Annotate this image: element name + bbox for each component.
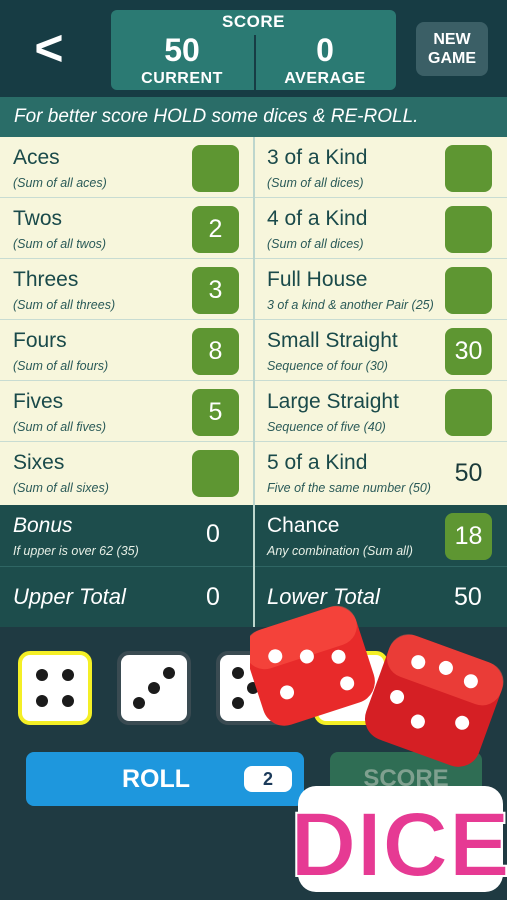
red-die-icon: [364, 634, 504, 767]
die-pip: [62, 695, 74, 707]
row-label: Full House: [267, 268, 368, 291]
large-straight-score-box[interactable]: [445, 389, 492, 436]
score-panel: SCORE 50 CURRENT 0 AVERAGE: [111, 10, 396, 90]
current-score-value: 50: [164, 32, 200, 68]
die-pip: [232, 697, 244, 709]
row-bonus: Bonus If upper is over 62 (35) 0: [0, 505, 253, 566]
row-label: Small Straight: [267, 329, 398, 352]
top-bar: < SCORE 50 CURRENT 0 AVERAGE NEW GAME: [0, 0, 507, 97]
row-hint: (Sum of all sixes): [13, 481, 109, 495]
die-pip: [62, 669, 74, 681]
four-of-a-kind-score-box[interactable]: [445, 206, 492, 253]
dice-logo: DICE: [250, 605, 507, 897]
die-1[interactable]: [18, 651, 92, 725]
die-pip: [36, 669, 48, 681]
average-score-value: 0: [316, 32, 334, 68]
upper-total-value: 0: [206, 583, 220, 611]
row-upper-total: Upper Total 0: [0, 566, 253, 627]
threes-score-box[interactable]: 3: [192, 267, 239, 314]
bonus-hint: If upper is over 62 (35): [13, 544, 139, 558]
new-game-label-2: GAME: [428, 50, 476, 67]
bonus-value: 0: [206, 520, 220, 548]
row-hint: Sequence of four (30): [267, 359, 388, 373]
dice-wordmark-text: DICE: [290, 794, 507, 896]
row-label: Large Straight: [267, 390, 399, 413]
row-label: Twos: [13, 207, 63, 230]
score-title: SCORE: [222, 12, 285, 31]
row-hint: Sequence of five (40): [267, 420, 386, 434]
die-pip: [163, 667, 175, 679]
row-five-of-a-kind: 5 of a Kind Five of the same number (50)…: [254, 442, 507, 503]
new-game-label-1: NEW: [433, 31, 471, 48]
row-fives: Fives (Sum of all fives) 5: [0, 381, 253, 442]
chance-score-box[interactable]: 18: [445, 513, 492, 560]
die-pip: [148, 682, 160, 694]
twos-score-box[interactable]: 2: [192, 206, 239, 253]
row-hint: (Sum of all fives): [13, 420, 107, 434]
row-chance: Chance Any combination (Sum all) 18: [254, 505, 507, 566]
average-score-label: AVERAGE: [284, 70, 366, 87]
row-aces: Aces (Sum of all aces): [0, 137, 253, 198]
row-hint: (Sum of all fours): [13, 359, 109, 373]
row-label: Sixes: [13, 451, 65, 474]
row-hint: (Sum of all threes): [13, 298, 116, 312]
three-of-a-kind-score-box[interactable]: [445, 145, 492, 192]
row-full-house: Full House 3 of a kind & another Pair (2…: [254, 259, 507, 320]
row-threes: Threes (Sum of all threes) 3: [0, 259, 253, 320]
chance-hint: Any combination (Sum all): [267, 544, 413, 558]
small-straight-score-box[interactable]: 30: [445, 328, 492, 375]
row-four-of-a-kind: 4 of a Kind (Sum of all dices): [254, 198, 507, 259]
chance-label: Chance: [267, 514, 340, 537]
current-score: 50 CURRENT: [111, 30, 253, 88]
five-of-a-kind-value: 50: [454, 459, 483, 487]
row-hint: (Sum of all dices): [267, 176, 364, 190]
row-hint: Five of the same number (50): [267, 481, 431, 495]
row-hint: (Sum of all dices): [267, 237, 364, 251]
upper-total-label: Upper Total: [13, 584, 126, 609]
back-button[interactable]: <: [25, 22, 73, 74]
dice-wordmark: DICE: [289, 786, 507, 897]
row-label: Fours: [13, 329, 67, 352]
full-house-score-box[interactable]: [445, 267, 492, 314]
roll-label: ROLL: [122, 765, 191, 793]
die-pip: [232, 667, 244, 679]
average-score: 0 AVERAGE: [254, 30, 396, 88]
column-divider: [253, 137, 255, 627]
row-hint: (Sum of all twos): [13, 237, 107, 251]
row-label: 4 of a Kind: [267, 207, 368, 230]
row-small-straight: Small Straight Sequence of four (30) 30: [254, 320, 507, 381]
row-three-of-a-kind: 3 of a Kind (Sum of all dices): [254, 137, 507, 198]
row-twos: Twos (Sum of all twos) 2: [0, 198, 253, 259]
fives-score-box[interactable]: 5: [192, 389, 239, 436]
row-hint: 3 of a kind & another Pair (25): [267, 298, 434, 312]
die-2[interactable]: [117, 651, 191, 725]
row-large-straight: Large Straight Sequence of five (40): [254, 381, 507, 442]
aces-score-box[interactable]: [192, 145, 239, 192]
new-game-button[interactable]: NEW GAME: [416, 22, 488, 76]
row-label: 5 of a Kind: [267, 451, 368, 474]
row-label: Threes: [13, 268, 79, 291]
bonus-label: Bonus: [13, 514, 73, 537]
row-label: 3 of a Kind: [267, 146, 368, 169]
die-pip: [133, 697, 145, 709]
red-die-icon: [250, 605, 375, 726]
row-fours: Fours (Sum of all fours) 8: [0, 320, 253, 381]
row-label: Aces: [13, 146, 60, 169]
fours-score-box[interactable]: 8: [192, 328, 239, 375]
row-sixes: Sixes (Sum of all sixes): [0, 442, 253, 503]
row-label: Fives: [13, 390, 64, 413]
row-hint: (Sum of all aces): [13, 176, 107, 190]
hint-banner: For better score HOLD some dices & RE-RO…: [0, 97, 507, 137]
current-score-label: CURRENT: [141, 70, 223, 87]
die-pip: [36, 695, 48, 707]
sixes-score-box[interactable]: [192, 450, 239, 497]
